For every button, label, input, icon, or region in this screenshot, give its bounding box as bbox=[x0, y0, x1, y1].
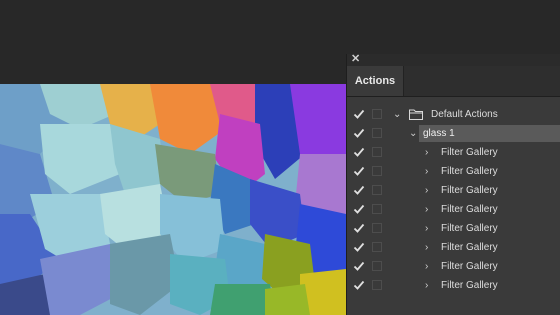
check-icon[interactable] bbox=[353, 127, 365, 139]
panel-tab-bar: Actions bbox=[347, 66, 560, 97]
document-canvas[interactable] bbox=[0, 84, 346, 315]
step-row[interactable]: › Filter Gallery bbox=[347, 276, 560, 295]
dialog-toggle-box[interactable] bbox=[372, 204, 382, 214]
panel-header-strip: ✕ bbox=[347, 52, 560, 66]
dialog-toggle-box[interactable] bbox=[372, 185, 382, 195]
check-icon[interactable] bbox=[353, 260, 365, 272]
dialog-toggle-box[interactable] bbox=[372, 166, 382, 176]
action-set-label: Default Actions bbox=[431, 109, 498, 120]
step-label: Filter Gallery bbox=[441, 261, 498, 272]
dialog-toggle-box[interactable] bbox=[372, 109, 382, 119]
step-row[interactable]: › Filter Gallery bbox=[347, 219, 560, 238]
dialog-toggle-box[interactable] bbox=[372, 147, 382, 157]
dialog-toggle-box[interactable] bbox=[372, 128, 382, 138]
step-label: Filter Gallery bbox=[441, 280, 498, 291]
check-icon[interactable] bbox=[353, 165, 365, 177]
chevron-right-icon[interactable]: › bbox=[425, 257, 428, 276]
step-row[interactable]: › Filter Gallery bbox=[347, 162, 560, 181]
close-icon[interactable]: ✕ bbox=[351, 52, 360, 66]
chevron-right-icon[interactable]: › bbox=[425, 238, 428, 257]
action-label: glass 1 bbox=[423, 128, 455, 139]
step-label: Filter Gallery bbox=[441, 185, 498, 196]
step-label: Filter Gallery bbox=[441, 223, 498, 234]
action-set-row[interactable]: ⌄ Default Actions bbox=[347, 105, 560, 124]
check-icon[interactable] bbox=[353, 146, 365, 158]
action-row-selected[interactable]: ⌄ glass 1 bbox=[347, 124, 560, 143]
dialog-toggle-box[interactable] bbox=[372, 223, 382, 233]
check-icon[interactable] bbox=[353, 222, 365, 234]
check-icon[interactable] bbox=[353, 203, 365, 215]
canvas-artwork bbox=[0, 84, 346, 315]
dialog-toggle-box[interactable] bbox=[372, 242, 382, 252]
step-row[interactable]: › Filter Gallery bbox=[347, 143, 560, 162]
step-row[interactable]: › Filter Gallery bbox=[347, 257, 560, 276]
chevron-right-icon[interactable]: › bbox=[425, 200, 428, 219]
chevron-right-icon[interactable]: › bbox=[425, 181, 428, 200]
step-row[interactable]: › Filter Gallery bbox=[347, 181, 560, 200]
chevron-right-icon[interactable]: › bbox=[425, 219, 428, 238]
chevron-right-icon[interactable]: › bbox=[425, 162, 428, 181]
step-label: Filter Gallery bbox=[441, 166, 498, 177]
folder-icon bbox=[409, 109, 423, 120]
check-icon[interactable] bbox=[353, 108, 365, 120]
step-label: Filter Gallery bbox=[441, 147, 498, 158]
dialog-toggle-box[interactable] bbox=[372, 261, 382, 271]
tab-actions[interactable]: Actions bbox=[347, 66, 404, 96]
step-label: Filter Gallery bbox=[441, 204, 498, 215]
chevron-down-icon[interactable]: ⌄ bbox=[393, 105, 401, 124]
actions-panel: ✕ Actions ⌄ Default Actions ⌄ glass 1 › … bbox=[346, 52, 560, 315]
step-label: Filter Gallery bbox=[441, 242, 498, 253]
check-icon[interactable] bbox=[353, 241, 365, 253]
dialog-toggle-box[interactable] bbox=[372, 280, 382, 290]
check-icon[interactable] bbox=[353, 279, 365, 291]
step-row[interactable]: › Filter Gallery bbox=[347, 200, 560, 219]
chevron-down-icon[interactable]: ⌄ bbox=[409, 124, 417, 143]
chevron-right-icon[interactable]: › bbox=[425, 143, 428, 162]
check-icon[interactable] bbox=[353, 184, 365, 196]
step-row[interactable]: › Filter Gallery bbox=[347, 238, 560, 257]
chevron-right-icon[interactable]: › bbox=[425, 276, 428, 295]
